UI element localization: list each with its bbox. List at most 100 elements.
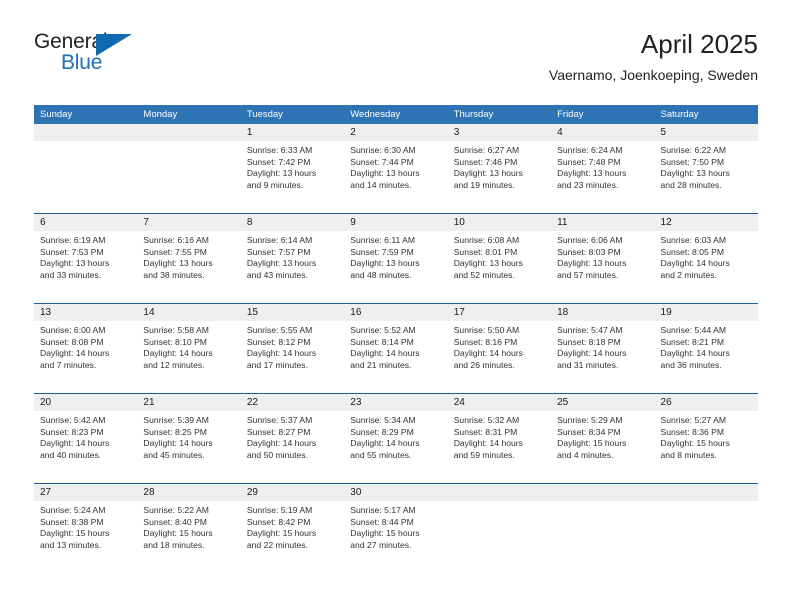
calendar-day-cell[interactable]: 27 Sunrise: 5:24 AM Sunset: 8:38 PM Dayligh… bbox=[34, 484, 138, 574]
day-number: 24 bbox=[447, 394, 552, 411]
daylight-text-line2: and 18 minutes. bbox=[143, 539, 205, 550]
weekday-header-tuesday: Tuesday bbox=[246, 109, 283, 120]
day-number: 17 bbox=[447, 304, 552, 321]
calendar-page: General Blue April 2025 Vaernamo, Joenko… bbox=[0, 0, 792, 612]
calendar-day-cell-empty bbox=[447, 484, 552, 574]
daylight-text-line2: and 22 minutes. bbox=[246, 539, 308, 550]
calendar-day-cell[interactable]: 2 Sunrise: 6:30 AM Sunset: 7:44 PM Daylight… bbox=[344, 124, 448, 213]
day-details: Sunrise: 5:17 AM Sunset: 8:44 PM Daylight:… bbox=[344, 501, 447, 551]
calendar-day-cell[interactable]: 21 Sunrise: 5:39 AM Sunset: 8:25 PM Dayligh… bbox=[137, 394, 241, 483]
daylight-text-line1: Daylight: 14 hours bbox=[350, 438, 420, 449]
day-details: Sunrise: 5:27 AM Sunset: 8:36 PM Daylight:… bbox=[655, 411, 758, 461]
calendar-day-cell[interactable]: 5 Sunrise: 6:22 AM Sunset: 7:50 PM Daylight… bbox=[654, 124, 758, 213]
calendar-day-cell[interactable]: 3 Sunrise: 6:27 AM Sunset: 7:46 PM Daylight… bbox=[447, 124, 552, 213]
calendar-day-cell[interactable]: 29 Sunrise: 5:19 AM Sunset: 8:42 PM Dayligh… bbox=[240, 484, 345, 574]
sunrise-text: Sunrise: 6:30 AM bbox=[350, 145, 416, 155]
calendar-day-cell[interactable]: 7 Sunrise: 6:16 AM Sunset: 7:55 PM Daylight… bbox=[137, 214, 241, 303]
sunrise-text: Sunrise: 5:50 AM bbox=[453, 325, 520, 335]
calendar-day-cell[interactable]: 24 Sunrise: 5:32 AM Sunset: 8:31 PM Dayligh… bbox=[447, 394, 552, 483]
sunset-text: Sunset: 7:46 PM bbox=[453, 156, 518, 167]
day-number bbox=[654, 484, 758, 501]
calendar-day-cell[interactable]: 18 Sunrise: 5:47 AM Sunset: 8:18 PM Dayligh… bbox=[551, 304, 655, 393]
calendar-day-cell[interactable]: 4 Sunrise: 6:24 AM Sunset: 7:48 PM Daylight… bbox=[551, 124, 655, 213]
sunrise-text: Sunrise: 5:44 AM bbox=[660, 325, 726, 335]
calendar-day-cell[interactable]: 9 Sunrise: 6:11 AM Sunset: 7:59 PM Daylight… bbox=[344, 214, 448, 303]
day-details: Sunrise: 6:06 AM Sunset: 8:03 PM Daylight:… bbox=[551, 231, 654, 281]
sunrise-text: Sunrise: 6:11 AM bbox=[350, 235, 416, 245]
daylight-text-line2: and 17 minutes. bbox=[246, 359, 308, 370]
calendar-day-cell[interactable]: 26 Sunrise: 5:27 AM Sunset: 8:36 PM Dayligh… bbox=[654, 394, 758, 483]
sunrise-text: Sunrise: 5:52 AM bbox=[350, 325, 416, 335]
sunset-text: Sunset: 7:55 PM bbox=[143, 246, 207, 257]
calendar-day-cell[interactable]: 23 Sunrise: 5:34 AM Sunset: 8:29 PM Dayligh… bbox=[344, 394, 448, 483]
daylight-text-line2: and 40 minutes. bbox=[40, 449, 102, 460]
calendar-day-cell-empty bbox=[137, 124, 241, 213]
day-number: 23 bbox=[344, 394, 448, 411]
sunset-text: Sunset: 8:08 PM bbox=[40, 336, 104, 347]
calendar-day-cell[interactable]: 6 Sunrise: 6:19 AM Sunset: 7:53 PM Daylight… bbox=[34, 214, 138, 303]
daylight-text-line2: and 52 minutes. bbox=[453, 269, 515, 280]
calendar-day-cell[interactable]: 13 Sunrise: 6:00 AM Sunset: 8:08 PM Dayligh… bbox=[34, 304, 138, 393]
calendar-day-cell[interactable]: 11 Sunrise: 6:06 AM Sunset: 8:03 PM Dayligh… bbox=[551, 214, 655, 303]
calendar-day-cell[interactable]: 20 Sunrise: 5:42 AM Sunset: 8:23 PM Dayligh… bbox=[34, 394, 138, 483]
daylight-text-line2: and 36 minutes. bbox=[660, 359, 722, 370]
daylight-text-line1: Daylight: 13 hours bbox=[557, 168, 627, 179]
day-number: 1 bbox=[240, 124, 345, 141]
calendar-day-cell[interactable]: 17 Sunrise: 5:50 AM Sunset: 8:16 PM Dayligh… bbox=[447, 304, 552, 393]
daylight-text-line1: Daylight: 14 hours bbox=[246, 348, 317, 359]
daylight-text-line1: Daylight: 13 hours bbox=[350, 258, 420, 269]
calendar-week-row: 13 Sunrise: 6:00 AM Sunset: 8:08 PM Dayligh… bbox=[34, 303, 758, 393]
daylight-text-line1: Daylight: 13 hours bbox=[350, 168, 420, 179]
sunrise-text: Sunrise: 6:19 AM bbox=[40, 235, 106, 245]
day-details: Sunrise: 6:08 AM Sunset: 8:01 PM Daylight:… bbox=[448, 231, 551, 281]
day-number bbox=[34, 124, 138, 141]
calendar-day-cell[interactable]: 30 Sunrise: 5:17 AM Sunset: 8:44 PM Dayligh… bbox=[344, 484, 448, 574]
calendar-day-cell[interactable]: 19 Sunrise: 5:44 AM Sunset: 8:21 PM Dayligh… bbox=[654, 304, 758, 393]
daylight-text-line2: and 50 minutes. bbox=[246, 449, 308, 460]
day-number bbox=[551, 484, 655, 501]
sunrise-text: Sunrise: 6:27 AM bbox=[453, 145, 520, 155]
day-number: 20 bbox=[34, 394, 138, 411]
day-details: Sunrise: 5:39 AM Sunset: 8:25 PM Daylight:… bbox=[137, 411, 240, 461]
sunset-text: Sunset: 8:34 PM bbox=[557, 426, 621, 437]
sunset-text: Sunset: 8:44 PM bbox=[350, 516, 414, 527]
calendar-grid: Sunday Monday Tuesday Wednesday Thursday… bbox=[34, 105, 758, 574]
day-details: Sunrise: 5:58 AM Sunset: 8:10 PM Daylight:… bbox=[137, 321, 240, 371]
day-number bbox=[137, 124, 241, 141]
calendar-day-cell[interactable]: 14 Sunrise: 5:58 AM Sunset: 8:10 PM Dayligh… bbox=[137, 304, 241, 393]
calendar-day-cell[interactable]: 28 Sunrise: 5:22 AM Sunset: 8:40 PM Dayligh… bbox=[137, 484, 241, 574]
daylight-text-line2: and 13 minutes. bbox=[40, 539, 102, 550]
calendar-day-cell[interactable]: 12 Sunrise: 6:03 AM Sunset: 8:05 PM Dayligh… bbox=[654, 214, 758, 303]
sunset-text: Sunset: 8:29 PM bbox=[350, 426, 414, 437]
calendar-day-cell[interactable]: 8 Sunrise: 6:14 AM Sunset: 7:57 PM Daylight… bbox=[240, 214, 345, 303]
day-details: Sunrise: 5:37 AM Sunset: 8:27 PM Daylight:… bbox=[241, 411, 344, 461]
day-details: Sunrise: 6:24 AM Sunset: 7:48 PM Daylight:… bbox=[551, 141, 654, 191]
day-number: 15 bbox=[240, 304, 345, 321]
daylight-text-line2: and 7 minutes. bbox=[40, 359, 97, 370]
sunset-text: Sunset: 8:31 PM bbox=[453, 426, 518, 437]
daylight-text-line1: Daylight: 14 hours bbox=[246, 438, 317, 449]
calendar-day-cell-empty bbox=[551, 484, 655, 574]
calendar-day-cell[interactable]: 25 Sunrise: 5:29 AM Sunset: 8:34 PM Dayligh… bbox=[551, 394, 655, 483]
day-number: 30 bbox=[344, 484, 448, 501]
day-number: 21 bbox=[137, 394, 241, 411]
general-blue-logo[interactable]: General Blue bbox=[34, 28, 154, 80]
day-number: 25 bbox=[551, 394, 655, 411]
sunrise-text: Sunrise: 5:24 AM bbox=[40, 505, 106, 515]
page-subtitle: Vaernamo, Joenkoeping, Sweden bbox=[548, 67, 758, 83]
calendar-weeks: 1 Sunrise: 6:33 AM Sunset: 7:42 PM Daylight… bbox=[34, 124, 758, 574]
sunrise-text: Sunrise: 5:37 AM bbox=[246, 415, 313, 425]
sunrise-text: Sunrise: 6:33 AM bbox=[246, 145, 313, 155]
calendar-day-cell[interactable]: 16 Sunrise: 5:52 AM Sunset: 8:14 PM Dayligh… bbox=[344, 304, 448, 393]
day-number: 14 bbox=[137, 304, 241, 321]
daylight-text-line2: and 28 minutes. bbox=[660, 179, 722, 190]
calendar-week-row: 27 Sunrise: 5:24 AM Sunset: 8:38 PM Dayligh… bbox=[34, 483, 758, 574]
day-number: 27 bbox=[34, 484, 138, 501]
calendar-day-cell[interactable]: 10 Sunrise: 6:08 AM Sunset: 8:01 PM Dayligh… bbox=[447, 214, 552, 303]
daylight-text-line2: and 14 minutes. bbox=[350, 179, 412, 190]
calendar-day-cell[interactable]: 22 Sunrise: 5:37 AM Sunset: 8:27 PM Dayligh… bbox=[240, 394, 345, 483]
day-number: 10 bbox=[447, 214, 552, 231]
daylight-text-line1: Daylight: 13 hours bbox=[557, 258, 627, 269]
calendar-day-cell[interactable]: 15 Sunrise: 5:55 AM Sunset: 8:12 PM Dayligh… bbox=[240, 304, 345, 393]
calendar-day-cell[interactable]: 1 Sunrise: 6:33 AM Sunset: 7:42 PM Daylight… bbox=[240, 124, 345, 213]
